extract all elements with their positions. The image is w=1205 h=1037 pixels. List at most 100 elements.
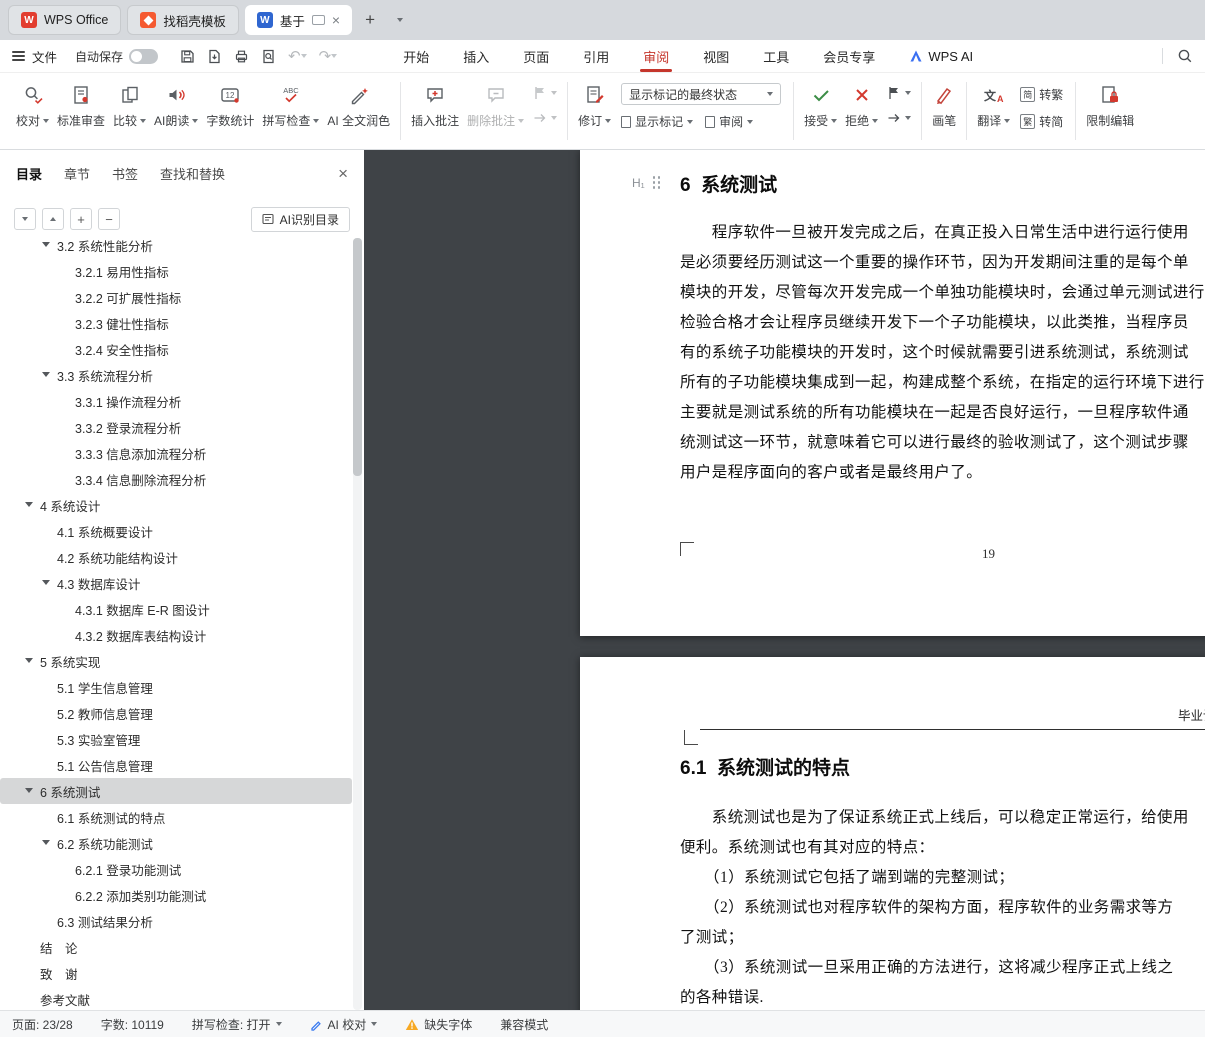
document-page-19[interactable]: H₁ 6 系统测试 程序软件一旦被开发完成之后，在真正投入日常生活中进行运行使用…	[580, 150, 1205, 636]
toc-item[interactable]: 6 系统测试	[0, 778, 352, 804]
spell-check-status[interactable]: 拼写检查: 打开	[192, 1016, 282, 1033]
toc-item[interactable]: 3.2 系统性能分析	[0, 238, 352, 258]
redo-button[interactable]: ↷	[319, 47, 338, 65]
expand-triangle-icon[interactable]	[25, 502, 33, 507]
simplified-to-traditional-button[interactable]: 简 转繁	[1020, 86, 1063, 103]
page-indicator[interactable]: 页面: 23/28	[12, 1016, 73, 1033]
traditional-to-simplified-button[interactable]: 繁 转简	[1020, 113, 1063, 130]
save-button[interactable]	[180, 49, 195, 64]
print-preview-button[interactable]	[261, 49, 276, 64]
track-changes-button[interactable]: 修订	[574, 80, 615, 131]
ai-polish-button[interactable]: AI 全文润色	[323, 80, 394, 131]
tab-docer-templates[interactable]: 找稻壳模板	[127, 5, 239, 35]
expand-all-button[interactable]	[14, 208, 36, 230]
missing-font-warning[interactable]: 缺失字体	[405, 1016, 472, 1033]
previous-comment-button[interactable]	[532, 85, 558, 101]
menu-tab-页面[interactable]: 页面	[523, 40, 549, 72]
word-count-indicator[interactable]: 字数: 10119	[101, 1016, 164, 1033]
translate-button[interactable]: 文A 翻译	[973, 80, 1014, 131]
zoom-out-outline-button[interactable]: −	[98, 208, 120, 230]
ai-proofread-status[interactable]: AI 校对	[310, 1016, 378, 1033]
proofread-button[interactable]: 校对	[12, 80, 53, 131]
delete-comment-button[interactable]: 删除批注	[463, 80, 528, 131]
next-comment-button[interactable]	[532, 110, 558, 126]
expand-triangle-icon[interactable]	[25, 658, 33, 663]
toc-item[interactable]: 5.3 实验室管理	[0, 726, 352, 752]
word-count-button[interactable]: 12 字数统计	[202, 80, 258, 131]
new-tab-button[interactable]: +	[358, 8, 382, 32]
expand-triangle-icon[interactable]	[42, 372, 50, 377]
spell-check-button[interactable]: ABC 拼写检查	[258, 80, 323, 131]
toc-item[interactable]: 参考文献	[0, 986, 352, 1010]
insert-comment-button[interactable]: 插入批注	[407, 80, 463, 131]
file-menu[interactable]: 文件	[32, 47, 57, 66]
expand-triangle-icon[interactable]	[42, 242, 50, 247]
hamburger-menu-icon[interactable]	[12, 51, 25, 61]
toc-item[interactable]: 5.2 教师信息管理	[0, 700, 352, 726]
toc-item[interactable]: 3.2.2 可扩展性指标	[0, 284, 352, 310]
menu-tab-视图[interactable]: 视图	[703, 40, 729, 72]
expand-triangle-icon[interactable]	[42, 580, 50, 585]
previous-change-button[interactable]	[886, 85, 912, 101]
menu-tab-插入[interactable]: 插入	[463, 40, 489, 72]
zoom-in-outline-button[interactable]: +	[70, 208, 92, 230]
toc-item[interactable]: 6.3 测试结果分析	[0, 908, 352, 934]
toc-item[interactable]: 3.2.1 易用性指标	[0, 258, 352, 284]
toc-item[interactable]: 5.1 公告信息管理	[0, 752, 352, 778]
next-change-button[interactable]	[886, 110, 912, 126]
menu-tab-引用[interactable]: 引用	[583, 40, 609, 72]
show-markup-button[interactable]: 显示标记	[621, 113, 694, 130]
standard-review-button[interactable]: 标准审查	[53, 80, 109, 131]
review-pane-button[interactable]: 审阅	[705, 113, 754, 130]
sidebar-tab-查找和替换[interactable]: 查找和替换	[160, 164, 225, 183]
menu-tab-会员专享[interactable]: 会员专享	[823, 40, 875, 72]
toc-item[interactable]: 3.3.2 登录流程分析	[0, 414, 352, 440]
markup-state-dropdown[interactable]: 显示标记的最终状态	[621, 83, 782, 105]
wps-ai-button[interactable]: WPS AI	[909, 49, 973, 64]
tab-wps-office[interactable]: W WPS Office	[8, 5, 122, 35]
undo-button[interactable]: ↶	[288, 47, 307, 65]
expand-triangle-icon[interactable]	[42, 840, 50, 845]
ai-recognize-toc-button[interactable]: AI识别目录	[250, 206, 350, 232]
toc-item[interactable]: 4.3 数据库设计	[0, 570, 352, 596]
document-page-20[interactable]: 毕业设计 6.1 系统测试的特点 系统测试也是为了保证系统正式上线后，可以稳定正…	[580, 657, 1205, 1010]
tab-list-chevron-icon[interactable]	[388, 8, 412, 32]
menu-tab-审阅[interactable]: 审阅	[640, 40, 673, 72]
close-sidebar-icon[interactable]: ×	[338, 165, 348, 182]
sidebar-tab-章节[interactable]: 章节	[64, 164, 90, 183]
toc-item[interactable]: 6.2 系统功能测试	[0, 830, 352, 856]
compare-button[interactable]: 比较	[109, 80, 150, 131]
search-icon[interactable]	[1177, 48, 1193, 64]
export-pdf-button[interactable]	[207, 49, 222, 64]
toc-item[interactable]: 6.2.1 登录功能测试	[0, 856, 352, 882]
expand-triangle-icon[interactable]	[25, 788, 33, 793]
autosave-toggle[interactable]	[129, 48, 159, 64]
ai-read-aloud-button[interactable]: AI朗读	[150, 80, 202, 131]
drag-handle-icon[interactable]	[652, 176, 662, 190]
reject-button[interactable]: 拒绝	[841, 80, 882, 131]
toc-item[interactable]: 结 论	[0, 934, 352, 960]
sidebar-tab-目录[interactable]: 目录	[16, 164, 42, 183]
toc-item[interactable]: 3.3.3 信息添加流程分析	[0, 440, 352, 466]
toc-item[interactable]: 4.2 系统功能结构设计	[0, 544, 352, 570]
toc-item[interactable]: 5 系统实现	[0, 648, 352, 674]
sidebar-tab-书签[interactable]: 书签	[112, 164, 138, 183]
toc-item[interactable]: 3.2.4 安全性指标	[0, 336, 352, 362]
toc-item[interactable]: 5.1 学生信息管理	[0, 674, 352, 700]
toc-item[interactable]: 3.3.4 信息删除流程分析	[0, 466, 352, 492]
restrict-editing-button[interactable]: 限制编辑	[1082, 80, 1138, 131]
toc-item[interactable]: 致 谢	[0, 960, 352, 986]
sidebar-scrollbar-thumb[interactable]	[353, 238, 362, 476]
toc-item[interactable]: 6.1 系统测试的特点	[0, 804, 352, 830]
toc-item[interactable]: 6.2.2 添加类别功能测试	[0, 882, 352, 908]
toc-item[interactable]: 3.3.1 操作流程分析	[0, 388, 352, 414]
tab-current-document[interactable]: W 基于 ×	[244, 5, 353, 35]
ink-brush-button[interactable]: 画笔	[928, 80, 960, 131]
toc-item[interactable]: 4.1 系统概要设计	[0, 518, 352, 544]
toc-item[interactable]: 3.3 系统流程分析	[0, 362, 352, 388]
close-tab-icon[interactable]: ×	[332, 13, 340, 27]
toc-item[interactable]: 4.3.2 数据库表结构设计	[0, 622, 352, 648]
accept-button[interactable]: 接受	[800, 80, 841, 131]
toc-item[interactable]: 4 系统设计	[0, 492, 352, 518]
menu-tab-工具[interactable]: 工具	[763, 40, 789, 72]
